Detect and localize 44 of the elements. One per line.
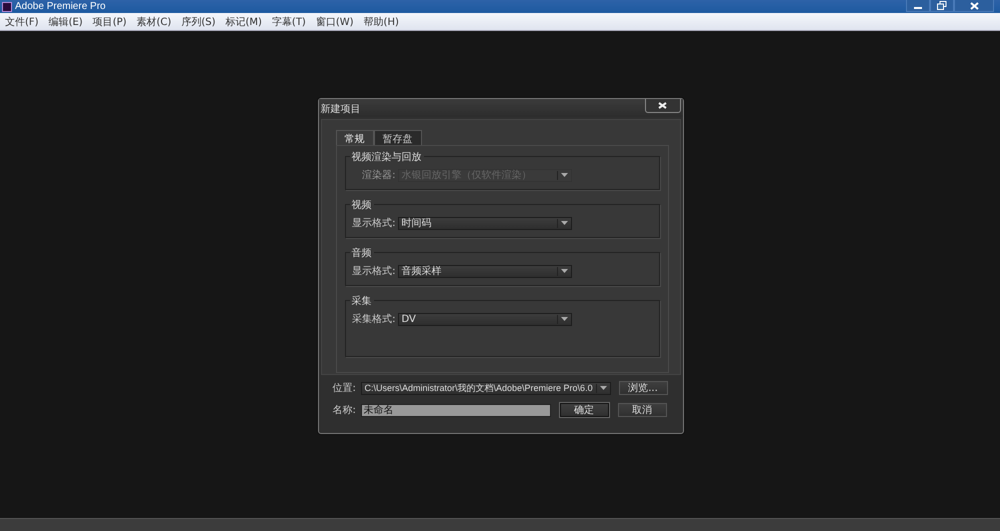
field-label: 名称: [332, 404, 357, 417]
caret-icon [560, 269, 568, 273]
dialog-title: 新建项目 [320, 102, 360, 116]
app-logo-icon [2, 2, 12, 12]
field-label: 显示格式: [352, 216, 396, 230]
dropdown[interactable]: 时间码 [398, 216, 572, 230]
close-icon [658, 102, 667, 109]
menu-item[interactable]: 标记(M) [225, 14, 262, 28]
group-title: 采集 [350, 294, 374, 308]
group-title: 音频 [350, 246, 374, 260]
menu-item[interactable]: 项目(P) [92, 14, 127, 28]
browse-button[interactable]: 浏览... [618, 381, 668, 395]
dropdown[interactable]: DV [398, 312, 572, 326]
close-icon [970, 2, 978, 10]
menu-item[interactable]: 序列(S) [181, 14, 216, 28]
field-label: 位置: [332, 382, 357, 395]
menu-item[interactable]: 帮助(H) [364, 14, 399, 28]
caret-icon [600, 386, 606, 390]
caret-icon [560, 173, 568, 177]
location-dropdown[interactable]: C:\Users\Administrator\我的文档\Adobe\Premiere Pro\6.0 [360, 382, 610, 394]
restore-button[interactable] [930, 0, 954, 12]
tab[interactable]: 暂存盘 [374, 130, 422, 145]
caret-icon [560, 221, 568, 225]
menu-item[interactable]: 窗口(W) [316, 14, 354, 28]
dialog-button[interactable]: 确定 [560, 403, 608, 417]
dropdown[interactable]: 音频采样 [398, 264, 572, 278]
minimize-button[interactable] [906, 0, 930, 12]
menu-item[interactable]: 素材(C) [136, 14, 172, 28]
group-title: 视频 [350, 198, 374, 212]
menu-item[interactable]: 编辑(E) [48, 14, 83, 28]
group-title: 视频渲染与回放 [350, 150, 424, 164]
close-button[interactable] [644, 99, 680, 113]
close-button[interactable] [954, 0, 994, 12]
tab[interactable]: 常规 [336, 130, 374, 145]
menu-item[interactable]: 字幕(T) [272, 14, 306, 28]
field-label: 渲染器: [362, 168, 396, 182]
window-title: Adobe Premiere Pro [15, 1, 106, 12]
restore-icon [937, 1, 947, 10]
menu-item[interactable]: 文件(F) [5, 14, 39, 28]
name-field[interactable]: 未命名 [360, 404, 550, 416]
caret-icon [560, 317, 568, 321]
field-label: 采集格式: [352, 312, 396, 326]
field-label: 显示格式: [352, 264, 396, 278]
dialog-button[interactable]: 取消 [618, 403, 666, 417]
